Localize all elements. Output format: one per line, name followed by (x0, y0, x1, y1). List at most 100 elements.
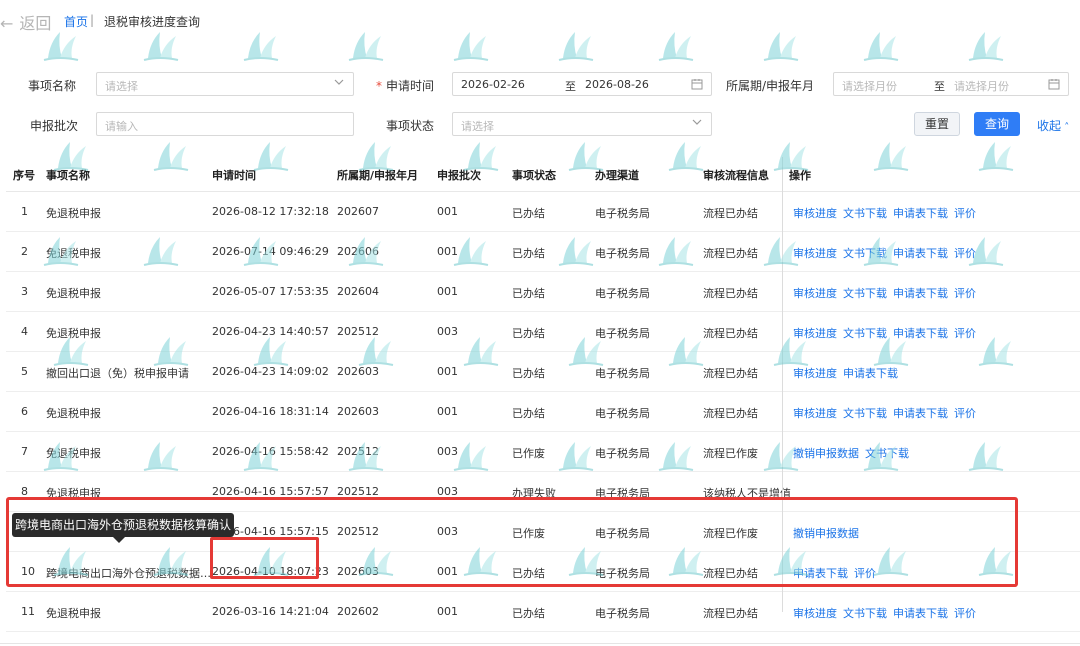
action-link[interactable]: 评价 (954, 287, 976, 300)
cell-flow: 流程已办结 (703, 367, 758, 380)
batch-input[interactable]: 请输入 (96, 112, 354, 136)
period-end-placeholder[interactable]: 请选择月份 (954, 78, 1009, 94)
action-link[interactable]: 文书下载 (843, 287, 887, 300)
action-link[interactable]: 申请表下载 (893, 287, 948, 300)
breadcrumb-home[interactable]: 首页 (64, 13, 88, 30)
apply-time-start[interactable]: 2026-02-26 (461, 78, 525, 91)
period-start-placeholder[interactable]: 请选择月份 (842, 78, 897, 94)
table-row: 7 免退税申报 2026-04-16 15:58:42 202512 003 已作废 电子税… (6, 431, 1080, 472)
action-link[interactable]: 申请表下载 (893, 407, 948, 420)
table-header: 序号 事项名称 申请时间 所属期/申报年月 申报批次 事项状态 办理渠道 审核流… (6, 157, 1080, 192)
action-link[interactable]: 撤销申报数据 (793, 447, 859, 460)
action-link[interactable]: 审核进度 (793, 327, 837, 340)
cell-batch: 003 (437, 325, 458, 338)
action-link[interactable]: 评价 (954, 207, 976, 220)
header-ops: 操作 (789, 169, 811, 182)
back-button[interactable]: ← 返回 (0, 10, 51, 34)
action-link[interactable]: 文书下载 (865, 447, 909, 460)
cell-no: 7 (21, 445, 28, 458)
cell-name: 撤回出口退（免）税申报申请 (46, 367, 189, 380)
query-button[interactable]: 查询 (974, 112, 1020, 136)
highlight-box-time (210, 537, 319, 579)
cell-channel: 电子税务局 (595, 407, 650, 420)
period-range[interactable]: 请选择月份 至 请选择月份 (833, 72, 1069, 96)
bottom-divider (0, 643, 1080, 644)
cell-flow: 流程已办结 (703, 327, 758, 340)
cell-status: 已办结 (512, 207, 545, 220)
cell-no: 1 (21, 205, 28, 218)
action-link[interactable]: 申请表下载 (893, 207, 948, 220)
cell-status: 已办结 (512, 327, 545, 340)
reset-button[interactable]: 重置 (914, 112, 960, 136)
cell-time: 2026-04-23 14:09:02 (212, 365, 329, 378)
table-row: 11 免退税申报 2026-03-16 14:21:04 202602 001 已办结 电子… (6, 591, 1080, 632)
cell-period: 202602 (337, 605, 379, 618)
action-link[interactable]: 申请表下载 (893, 247, 948, 260)
row-actions: 审核进度 文书下载 申请表下载 评价 (793, 245, 982, 261)
header-no: 序号 (13, 169, 35, 182)
action-link[interactable]: 审核进度 (793, 207, 837, 220)
cell-flow: 流程已办结 (703, 287, 758, 300)
cell-batch: 001 (437, 285, 458, 298)
action-link[interactable]: 申请表下载 (843, 367, 898, 380)
cell-flow: 流程已办结 (703, 607, 758, 620)
action-link[interactable]: 文书下载 (843, 607, 887, 620)
cell-channel: 电子税务局 (595, 287, 650, 300)
calendar-icon (1048, 79, 1060, 90)
action-link[interactable]: 评价 (954, 327, 976, 340)
action-link[interactable]: 评价 (954, 407, 976, 420)
apply-time-label-text: 申请时间 (386, 79, 435, 93)
period-separator: 至 (934, 80, 945, 93)
table-row: 3 免退税申报 2026-05-07 17:53:35 202604 001 已办结 电子税… (6, 271, 1080, 312)
action-link[interactable]: 评价 (954, 247, 976, 260)
apply-time-end[interactable]: 2026-08-26 (585, 78, 649, 91)
period-label: 所属期/申报年月 (726, 79, 815, 93)
header-period: 所属期/申报年月 (337, 169, 419, 182)
table-row: 2 免退税申报 2026-07-14 09:46:29 202606 001 已办结 电子税… (6, 231, 1080, 272)
header-name: 事项名称 (46, 169, 90, 182)
apply-time-label: * 申请时间 (376, 77, 434, 94)
cell-status: 已办结 (512, 407, 545, 420)
table-row: 1 免退税申报 2026-08-12 17:32:18 202607 001 已办结 电子税… (6, 191, 1080, 232)
row-actions: 审核进度 文书下载 申请表下载 评价 (793, 405, 982, 421)
action-link[interactable]: 文书下载 (843, 207, 887, 220)
action-link[interactable]: 文书下载 (843, 327, 887, 340)
action-link[interactable]: 申请表下载 (893, 607, 948, 620)
header-batch: 申报批次 (437, 169, 481, 182)
table-row: 5 撤回出口退（免）税申报申请 2026-04-23 14:09:02 202603 0… (6, 351, 1080, 392)
cell-period: 202603 (337, 365, 379, 378)
cell-batch: 001 (437, 205, 458, 218)
cell-flow: 流程已办结 (703, 207, 758, 220)
collapse-toggle[interactable]: 收起 ˄ (1037, 117, 1069, 134)
action-link[interactable]: 审核进度 (793, 407, 837, 420)
cell-batch: 001 (437, 245, 458, 258)
apply-time-range[interactable]: 2026-02-26 至 2026-08-26 (452, 72, 712, 96)
action-link[interactable]: 审核进度 (793, 287, 837, 300)
item-name-select[interactable]: 请选择 (96, 72, 354, 96)
action-link[interactable]: 审核进度 (793, 247, 837, 260)
row-actions: 审核进度 文书下载 申请表下载 评价 (793, 325, 982, 341)
action-link[interactable]: 申请表下载 (893, 327, 948, 340)
action-link[interactable]: 文书下载 (843, 407, 887, 420)
cell-period: 202607 (337, 205, 379, 218)
cell-channel: 电子税务局 (595, 327, 650, 340)
action-link[interactable]: 审核进度 (793, 607, 837, 620)
action-link[interactable]: 审核进度 (793, 367, 837, 380)
status-label: 事项状态 (386, 119, 435, 133)
cell-name: 免退税申报 (46, 247, 101, 260)
status-select[interactable]: 请选择 (452, 112, 712, 136)
cell-flow: 流程已作废 (703, 447, 758, 460)
item-name-label: 事项名称 (28, 79, 77, 93)
cell-time: 2026-03-16 14:21:04 (212, 605, 329, 618)
cell-status: 已办结 (512, 607, 545, 620)
calendar-icon (691, 79, 703, 90)
action-link[interactable]: 评价 (954, 607, 976, 620)
row-actions: 撤销申报数据 文书下载 (793, 445, 915, 461)
action-link[interactable]: 文书下载 (843, 247, 887, 260)
cell-status: 已办结 (512, 287, 545, 300)
cell-batch: 003 (437, 445, 458, 458)
cell-name: 免退税申报 (46, 407, 101, 420)
batch-label: 申报批次 (30, 119, 79, 133)
table-row: 6 免退税申报 2026-04-16 18:31:14 202603 001 已办结 电子税… (6, 391, 1080, 432)
highlight-box (6, 497, 1018, 587)
